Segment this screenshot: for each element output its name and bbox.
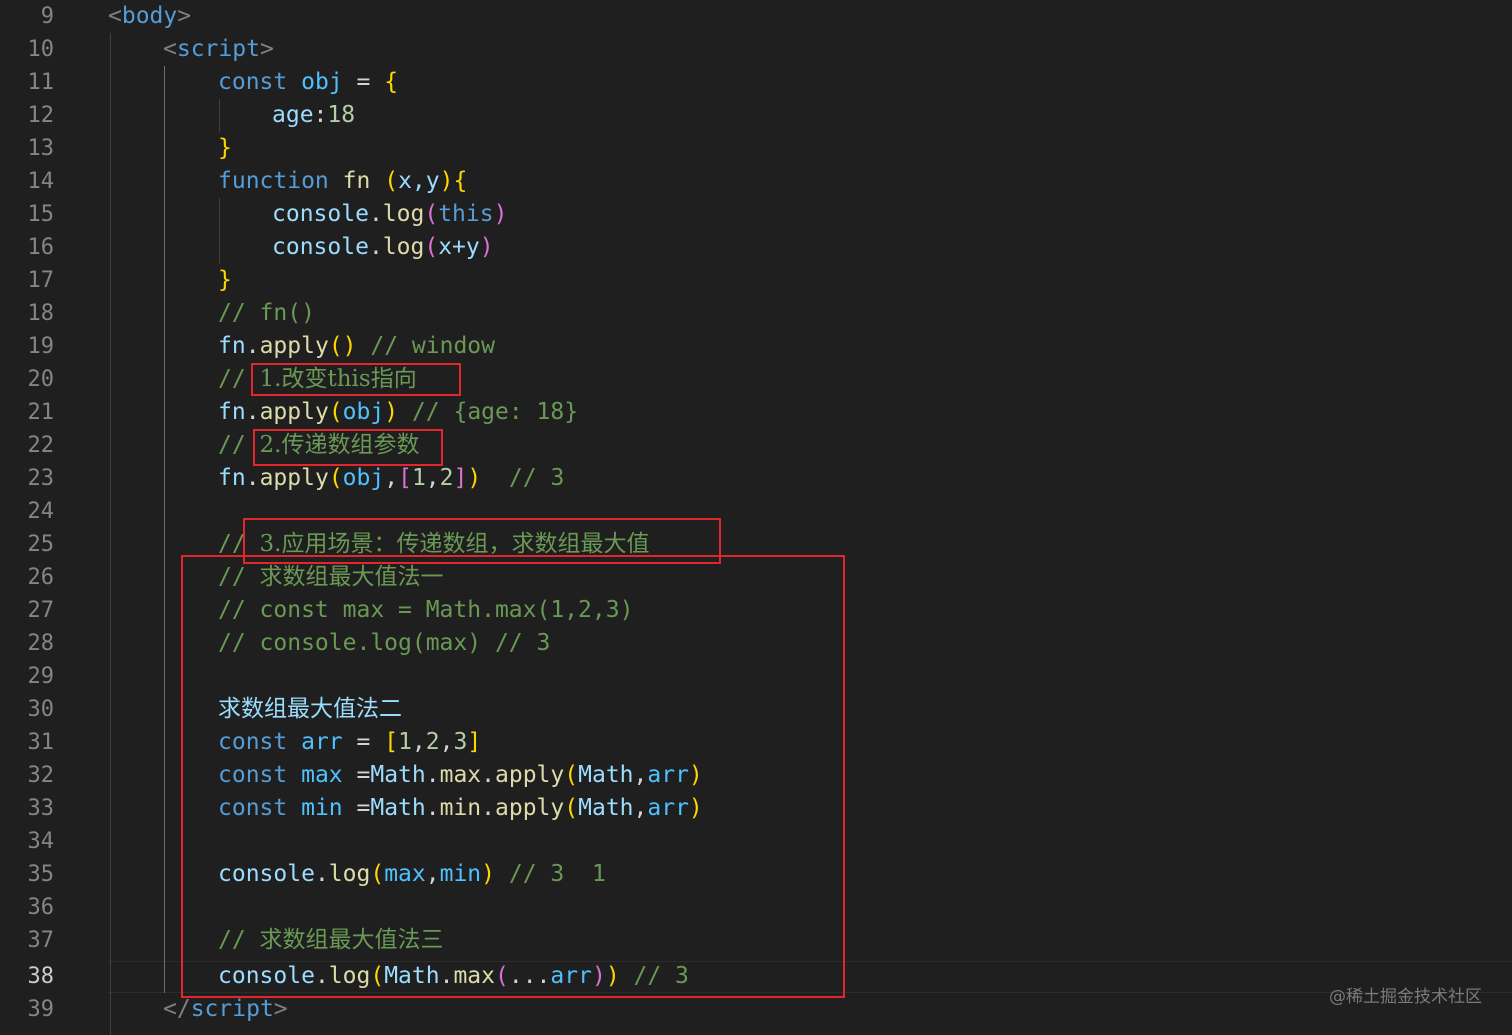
code-line-31: const arr = [1,2,3]	[218, 729, 482, 755]
code-line-19: fn.apply() // window	[218, 333, 495, 359]
line-number: 21	[27, 400, 55, 425]
line-number: 23	[27, 466, 55, 491]
line-number: 17	[27, 268, 55, 293]
code-line-26: // 求数组最大值法一	[218, 564, 444, 590]
code-line-15: console.log(this)	[272, 201, 508, 227]
line-number: 37	[27, 928, 55, 953]
line-number: 10	[27, 37, 55, 62]
code-line-25: // 3.应用场景：传递数组，求数组最大值	[218, 531, 650, 557]
line-number: 16	[27, 235, 55, 260]
code-line-30: 求数组最大值法二	[218, 696, 402, 722]
line-number: 31	[27, 730, 55, 755]
code-line-9: <body>	[108, 3, 192, 29]
code-line-37: // 求数组最大值法三	[218, 927, 444, 953]
line-number: 35	[27, 862, 55, 887]
line-number: 15	[27, 202, 55, 227]
code-line-39: </script>	[163, 996, 288, 1022]
line-number: 11	[27, 70, 55, 95]
line-number: 27	[27, 598, 55, 623]
line-number-gutter: 9 10 11 12 13 14 15 16 17 18 19 20 21 22…	[0, 0, 70, 1035]
code-area[interactable]: <body> <script> const obj = { age:18 } f…	[108, 0, 1512, 1035]
code-line-35: console.log(max,min) // 3 1	[218, 861, 606, 887]
line-number-active: 38	[27, 964, 55, 989]
code-line-27: // const max = Math.max(1,2,3)	[218, 597, 634, 623]
code-line-22: // 2.传递数组参数	[218, 432, 420, 458]
watermark: @稀土掘金技术社区	[1329, 987, 1482, 1007]
line-number: 25	[27, 532, 55, 557]
line-number: 24	[27, 499, 55, 524]
line-number: 9	[40, 4, 54, 29]
line-number: 14	[27, 169, 55, 194]
line-number: 33	[27, 796, 55, 821]
code-line-23: fn.apply(obj,[1,2]) // 3	[218, 465, 565, 491]
code-line-33: const min =Math.min.apply(Math,arr)	[218, 795, 703, 821]
code-line-28: // console.log(max) // 3	[218, 630, 551, 656]
line-number: 26	[27, 565, 55, 590]
code-line-32: const max =Math.max.apply(Math,arr)	[218, 762, 703, 788]
line-number: 20	[27, 367, 55, 392]
line-number: 12	[27, 103, 55, 128]
code-line-17: }	[218, 267, 232, 293]
line-number: 22	[27, 433, 55, 458]
line-number: 34	[27, 829, 55, 854]
line-number: 36	[27, 895, 55, 920]
code-line-18: // fn()	[218, 300, 315, 326]
code-line-10: <script>	[163, 36, 274, 62]
code-line-16: console.log(x+y)	[272, 234, 494, 260]
line-number: 30	[27, 697, 55, 722]
line-number: 18	[27, 301, 55, 326]
line-number: 29	[27, 664, 55, 689]
code-line-38: console.log(Math.max(...arr)) // 3	[218, 963, 689, 989]
code-line-11: const obj = {	[218, 69, 399, 95]
line-number: 28	[27, 631, 55, 656]
line-number: 39	[27, 997, 55, 1022]
code-line-14: function fn (x,y){	[218, 168, 468, 194]
line-number: 19	[27, 334, 55, 359]
code-line-20: // 1.改变this指向	[218, 366, 417, 392]
line-number: 32	[27, 763, 55, 788]
code-line-21: fn.apply(obj) // {age: 18}	[218, 399, 579, 425]
code-editor[interactable]: 9 10 11 12 13 14 15 16 17 18 19 20 21 22…	[0, 0, 1512, 1035]
code-line-12: age:18	[272, 102, 356, 128]
code-line-13: }	[218, 135, 232, 161]
line-number: 13	[27, 136, 55, 161]
